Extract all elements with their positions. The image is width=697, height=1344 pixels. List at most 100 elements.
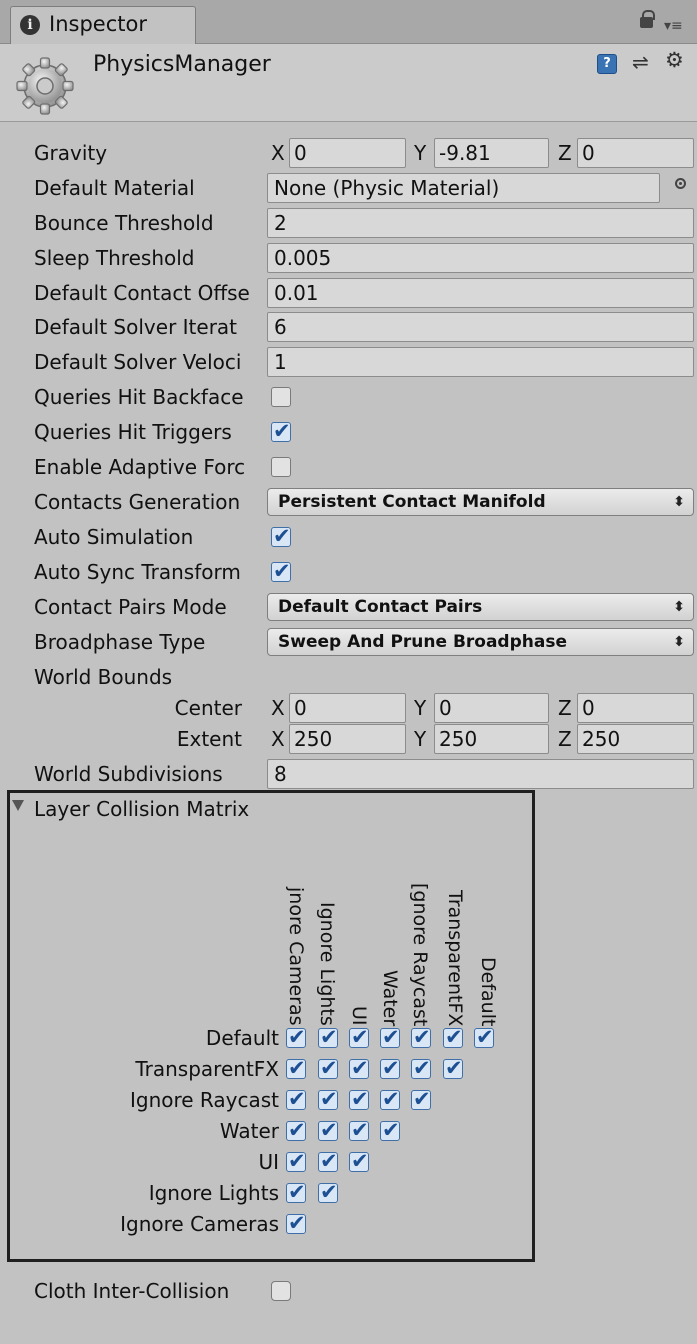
- tab-bar: i Inspector ▾≡: [0, 0, 697, 44]
- queries-hit-triggers-label: Queries Hit Triggers: [34, 420, 232, 444]
- tab-inspector[interactable]: i Inspector: [10, 6, 196, 44]
- dropdown-arrows-icon: ⬍: [673, 494, 685, 510]
- contact-pairs-mode-value: Default Contact Pairs: [278, 597, 483, 617]
- dropdown-arrows-icon: ⬍: [673, 599, 685, 615]
- sleep-threshold-field[interactable]: 0.005: [267, 243, 694, 273]
- center-x-label: X: [271, 696, 285, 720]
- matrix-checkbox[interactable]: [286, 1118, 306, 1142]
- matrix-checkbox[interactable]: [380, 1056, 400, 1080]
- queries-hit-triggers-checkbox[interactable]: [271, 419, 291, 443]
- world-bounds-label: World Bounds: [34, 665, 173, 689]
- matrix-row-label: Default: [205, 1026, 279, 1050]
- cloth-inter-collision-checkbox[interactable]: [271, 1281, 291, 1301]
- tab-menu-icon[interactable]: ▾≡: [664, 18, 683, 34]
- gravity-x-field[interactable]: 0: [289, 138, 406, 168]
- world-bounds-extent-label: Extent: [176, 727, 242, 751]
- extent-x-field[interactable]: 250: [289, 724, 406, 754]
- matrix-column-label: UI: [348, 1006, 370, 1026]
- broadphase-type-dropdown[interactable]: Sweep And Prune Broadphase ⬍: [267, 628, 694, 656]
- matrix-checkbox[interactable]: [318, 1056, 338, 1080]
- dropdown-arrows-icon: ⬍: [673, 634, 685, 650]
- contact-pairs-mode-label: Contact Pairs Mode: [34, 595, 227, 619]
- queries-hit-backfaces-checkbox[interactable]: [271, 387, 291, 407]
- matrix-checkbox[interactable]: [318, 1118, 338, 1142]
- center-z-label: Z: [558, 696, 572, 720]
- matrix-checkbox[interactable]: [349, 1025, 369, 1049]
- foldout-triangle-icon[interactable]: [12, 800, 24, 811]
- matrix-checkbox[interactable]: [318, 1149, 338, 1173]
- gravity-x-label: X: [271, 141, 285, 165]
- matrix-checkbox[interactable]: [380, 1087, 400, 1111]
- gravity-z-field[interactable]: 0: [577, 138, 694, 168]
- default-contact-offset-field[interactable]: 0.01: [267, 278, 694, 308]
- bounce-threshold-label: Bounce Threshold: [34, 211, 214, 235]
- component-header: PhysicsManager ? ⇌ ⚙: [0, 44, 697, 122]
- extent-z-label: Z: [558, 727, 572, 751]
- matrix-checkbox[interactable]: [349, 1118, 369, 1142]
- matrix-checkbox[interactable]: [443, 1025, 463, 1049]
- matrix-row-label: Ignore Raycast: [129, 1088, 279, 1112]
- preset-icon[interactable]: ⇌: [632, 50, 649, 74]
- extent-y-field[interactable]: 250: [434, 724, 549, 754]
- default-solver-iterations-field[interactable]: 6: [267, 312, 694, 342]
- center-z-field[interactable]: 0: [577, 693, 694, 723]
- matrix-column-label: [gnore Raycast: [409, 882, 431, 1026]
- auto-simulation-label: Auto Simulation: [34, 525, 194, 549]
- default-solver-iterations-label: Default Solver Iterat: [34, 315, 238, 339]
- matrix-column-label: TransparentFX: [444, 889, 466, 1026]
- matrix-checkbox[interactable]: [318, 1025, 338, 1049]
- matrix-checkbox[interactable]: [411, 1056, 431, 1080]
- matrix-checkbox[interactable]: [443, 1056, 463, 1080]
- matrix-checkbox[interactable]: [349, 1149, 369, 1173]
- matrix-checkbox[interactable]: [380, 1118, 400, 1142]
- bounce-threshold-field[interactable]: 2: [267, 208, 694, 238]
- enable-adaptive-force-checkbox[interactable]: [271, 457, 291, 477]
- contacts-generation-value: Persistent Contact Manifold: [278, 492, 546, 512]
- matrix-checkbox[interactable]: [349, 1056, 369, 1080]
- matrix-checkbox[interactable]: [349, 1087, 369, 1111]
- gravity-y-field[interactable]: -9.81: [434, 138, 549, 168]
- matrix-checkbox[interactable]: [286, 1211, 306, 1235]
- matrix-checkbox[interactable]: [318, 1087, 338, 1111]
- default-material-field[interactable]: None (Physic Material): [267, 173, 660, 203]
- settings-gear-icon[interactable]: ⚙: [665, 48, 684, 72]
- world-subdivisions-field[interactable]: 8: [267, 759, 694, 789]
- object-name: PhysicsManager: [93, 52, 271, 77]
- help-icon[interactable]: ?: [597, 54, 617, 74]
- gravity-z-label: Z: [558, 141, 572, 165]
- matrix-checkbox[interactable]: [411, 1087, 431, 1111]
- extent-y-label: Y: [414, 727, 427, 751]
- matrix-checkbox[interactable]: [286, 1025, 306, 1049]
- auto-sync-transforms-checkbox[interactable]: [271, 559, 291, 583]
- contact-pairs-mode-dropdown[interactable]: Default Contact Pairs ⬍: [267, 593, 694, 621]
- default-contact-offset-label: Default Contact Offse: [34, 281, 250, 305]
- matrix-checkbox[interactable]: [286, 1056, 306, 1080]
- matrix-checkbox[interactable]: [286, 1087, 306, 1111]
- layer-collision-matrix-title: Layer Collision Matrix: [34, 797, 250, 821]
- center-y-label: Y: [414, 696, 427, 720]
- matrix-column-label: Water: [379, 969, 401, 1026]
- contacts-generation-dropdown[interactable]: Persistent Contact Manifold ⬍: [267, 488, 694, 516]
- matrix-checkbox[interactable]: [380, 1025, 400, 1049]
- broadphase-type-value: Sweep And Prune Broadphase: [278, 632, 567, 652]
- matrix-checkbox[interactable]: [474, 1025, 494, 1049]
- extent-z-field[interactable]: 250: [577, 724, 694, 754]
- world-subdivisions-label: World Subdivisions: [34, 762, 223, 786]
- contacts-generation-label: Contacts Generation: [34, 490, 241, 514]
- gravity-y-label: Y: [414, 141, 427, 165]
- center-x-field[interactable]: 0: [289, 693, 406, 723]
- matrix-row-label: Ignore Lights: [148, 1181, 279, 1205]
- default-solver-velocity-field[interactable]: 1: [267, 347, 694, 377]
- auto-simulation-checkbox[interactable]: [271, 524, 291, 548]
- lock-icon[interactable]: [640, 10, 655, 28]
- matrix-checkbox[interactable]: [286, 1180, 306, 1204]
- center-y-field[interactable]: 0: [434, 693, 549, 723]
- matrix-checkbox[interactable]: [286, 1149, 306, 1173]
- object-picker-icon[interactable]: [675, 178, 686, 189]
- gear-icon: [16, 57, 74, 115]
- matrix-checkbox[interactable]: [318, 1180, 338, 1204]
- matrix-row-label: Ignore Cameras: [120, 1212, 279, 1236]
- matrix-column-label: Ignore Lights: [316, 902, 338, 1026]
- tab-inspector-label: Inspector: [49, 12, 147, 36]
- matrix-checkbox[interactable]: [411, 1025, 431, 1049]
